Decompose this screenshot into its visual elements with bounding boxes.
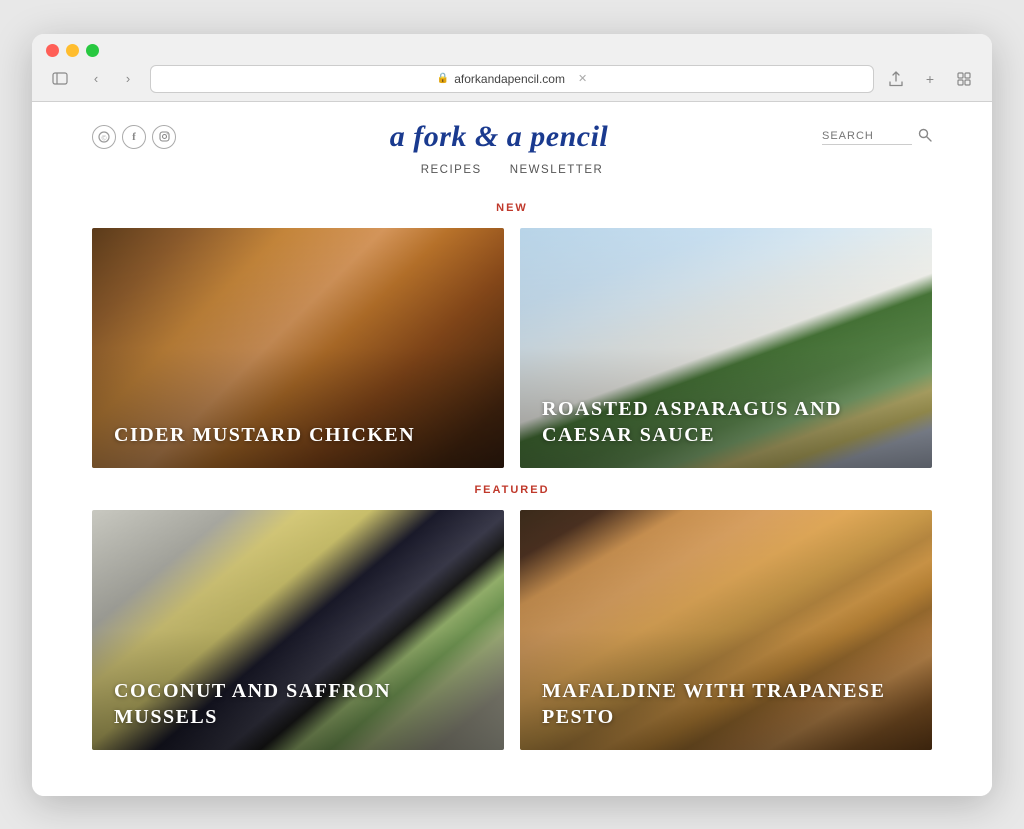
forward-button[interactable]: › bbox=[114, 68, 142, 90]
svg-text:©: © bbox=[101, 134, 107, 142]
site-title: a fork & a pencil bbox=[176, 120, 822, 154]
recipe-title-mafaldine: MAFALDINE WITH TRAPANESE PESTO bbox=[542, 678, 910, 730]
sidebar-icon[interactable] bbox=[46, 68, 74, 90]
back-button[interactable]: ‹ bbox=[82, 68, 110, 90]
featured-section-label: FEATURED bbox=[92, 484, 932, 496]
new-section-label: NEW bbox=[92, 202, 932, 214]
minimize-btn[interactable] bbox=[66, 44, 79, 57]
new-recipes-grid: CIDER MUSTARD CHICKEN ROASTED ASPARAGUS … bbox=[92, 228, 932, 468]
lock-icon: 🔒 bbox=[437, 73, 449, 84]
close-btn[interactable] bbox=[46, 44, 59, 57]
browser-actions: + bbox=[882, 68, 978, 90]
grid-button[interactable] bbox=[950, 68, 978, 90]
social-icon-instagram[interactable] bbox=[152, 125, 176, 149]
browser-toolbar: ‹ › 🔒 aforkandapencil.com ✕ + bbox=[46, 65, 978, 93]
social-icon-1[interactable]: © bbox=[92, 125, 116, 149]
featured-recipes-grid: COCONUT AND SAFFRON MUSSELS MAFALDINE WI… bbox=[92, 510, 932, 750]
recipe-overlay-1: CIDER MUSTARD CHICKEN bbox=[92, 228, 504, 468]
url-close-btn[interactable]: ✕ bbox=[578, 72, 587, 85]
content-area: NEW CIDER MUSTARD CHICKEN ROASTED ASPARA… bbox=[32, 202, 992, 796]
traffic-lights bbox=[46, 44, 978, 57]
header-search bbox=[822, 128, 932, 145]
nav-newsletter[interactable]: NEWSLETTER bbox=[510, 164, 604, 176]
social-icon-facebook[interactable]: f bbox=[122, 125, 146, 149]
browser-chrome: ‹ › 🔒 aforkandapencil.com ✕ + bbox=[32, 34, 992, 102]
new-tab-button[interactable]: + bbox=[916, 68, 944, 90]
search-icon[interactable] bbox=[918, 128, 932, 145]
maximize-btn[interactable] bbox=[86, 44, 99, 57]
recipe-title-asparagus: ROASTED ASPARAGUS AND CAESAR SAUCE bbox=[542, 396, 910, 448]
recipe-card-cider-chicken[interactable]: CIDER MUSTARD CHICKEN bbox=[92, 228, 504, 468]
social-icons: © f bbox=[92, 125, 176, 149]
recipe-card-asparagus[interactable]: ROASTED ASPARAGUS AND CAESAR SAUCE bbox=[520, 228, 932, 468]
site-nav: RECIPES NEWSLETTER bbox=[32, 154, 992, 190]
recipe-title-cider-chicken: CIDER MUSTARD CHICKEN bbox=[114, 422, 415, 448]
search-input[interactable] bbox=[822, 128, 912, 145]
nav-buttons: ‹ › bbox=[82, 68, 142, 90]
recipe-card-mafaldine[interactable]: MAFALDINE WITH TRAPANESE PESTO bbox=[520, 510, 932, 750]
site-name: a fork & a pencil bbox=[176, 120, 822, 154]
site-header: © f a fork & a pencil bbox=[32, 102, 992, 154]
url-text: aforkandapencil.com bbox=[454, 72, 565, 86]
recipe-overlay-2: ROASTED ASPARAGUS AND CAESAR SAUCE bbox=[520, 228, 932, 468]
share-button[interactable] bbox=[882, 68, 910, 90]
nav-recipes[interactable]: RECIPES bbox=[421, 164, 482, 176]
recipe-overlay-3: COCONUT AND SAFFRON MUSSELS bbox=[92, 510, 504, 750]
recipe-card-mussels[interactable]: COCONUT AND SAFFRON MUSSELS bbox=[92, 510, 504, 750]
recipe-title-mussels: COCONUT AND SAFFRON MUSSELS bbox=[114, 678, 482, 730]
url-bar[interactable]: 🔒 aforkandapencil.com ✕ bbox=[150, 65, 874, 93]
website-content: © f a fork & a pencil bbox=[32, 102, 992, 796]
browser-window: ‹ › 🔒 aforkandapencil.com ✕ + bbox=[32, 34, 992, 796]
recipe-overlay-4: MAFALDINE WITH TRAPANESE PESTO bbox=[520, 510, 932, 750]
